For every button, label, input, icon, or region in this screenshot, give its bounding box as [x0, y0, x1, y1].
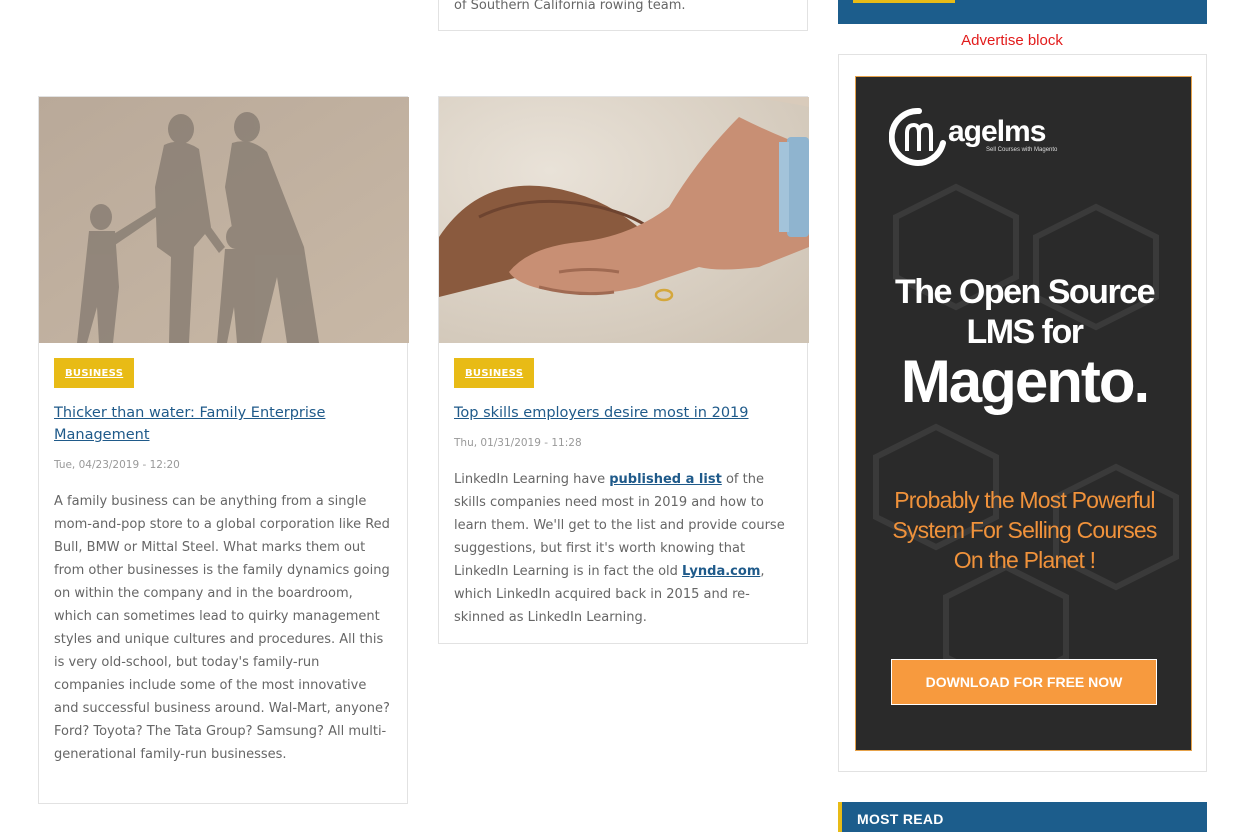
- ad-tagline-line2: System For Selling Courses: [892, 517, 1157, 543]
- ad-logo-subtitle: Sell Courses with Magento: [986, 147, 1058, 153]
- download-free-button[interactable]: DOWNLOAD FOR FREE NOW: [891, 659, 1157, 705]
- header-accent-bar: [838, 802, 842, 832]
- advertise-block-label: Advertise block: [961, 32, 1063, 49]
- most-read-header: MOST READ: [838, 802, 1207, 832]
- article-title-link[interactable]: Top skills employers desire most in 2019: [454, 402, 774, 424]
- article-title-link[interactable]: Thicker than water: Family Enterprise Ma…: [54, 402, 374, 446]
- advertise-block: agelms Sell Courses with Magento The Ope…: [838, 54, 1207, 772]
- ad-tagline-line3: On the Planet !: [953, 547, 1096, 573]
- category-badge[interactable]: BUSINESS: [54, 358, 135, 388]
- header-accent-bar: [853, 0, 955, 3]
- ad-tagline-line1: Probably the Most Powerful: [894, 487, 1155, 513]
- published-list-link[interactable]: published a list: [609, 472, 722, 487]
- article-date: Thu, 01/31/2019 - 11:28: [454, 437, 582, 449]
- body-text-segment: LinkedIn Learning have: [454, 472, 610, 487]
- magelms-logo-icon: [889, 107, 946, 166]
- article-image-handshake[interactable]: [439, 97, 809, 343]
- ad-headline-line1: The Open Source: [895, 273, 1156, 311]
- article-card-partial: of Southern California rowing team.: [438, 0, 808, 31]
- article-body: A family business can be anything from a…: [54, 494, 390, 762]
- ad-banner[interactable]: agelms Sell Courses with Magento The Ope…: [855, 76, 1192, 751]
- article-card: BUSINESS Top skills employers desire mos…: [438, 96, 809, 644]
- ad-headline-line3: Magento.: [900, 348, 1150, 415]
- article-excerpt: of Southern California rowing team.: [454, 0, 686, 13]
- article-image-family-shadow[interactable]: [39, 97, 409, 343]
- article-body: LinkedIn Learning have published a list …: [454, 468, 792, 629]
- most-read-title: MOST READ: [857, 811, 944, 827]
- sidebar-block-header: [838, 0, 1207, 24]
- article-date: Tue, 04/23/2019 - 12:20: [54, 459, 180, 471]
- article-card: BUSINESS Thicker than water: Family Ente…: [38, 96, 409, 804]
- lynda-link[interactable]: Lynda.com: [682, 564, 760, 579]
- ad-logo-text: agelms: [948, 115, 1046, 148]
- category-badge[interactable]: BUSINESS: [454, 358, 535, 388]
- body-text-segment: of the skills companies need most in 201…: [454, 472, 785, 579]
